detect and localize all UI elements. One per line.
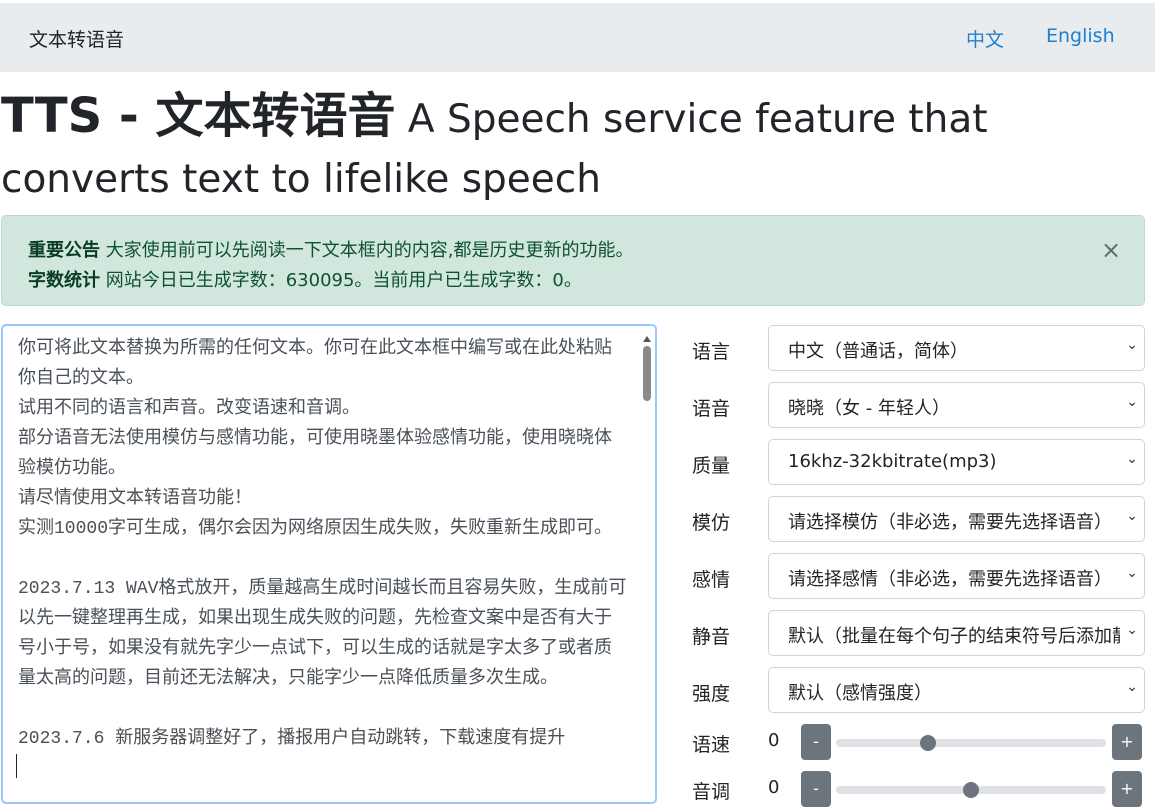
silence-select[interactable]: 默认（批量在每个句子的结束符号后添加静音） ⌄	[768, 610, 1145, 656]
voice-label: 语音	[692, 398, 731, 420]
page-title: TTS - 文本转语音 A Speech service feature tha…	[1, 86, 1153, 210]
announcement-alert: 重要公告 大家使用前可以先阅读一下文本框内的内容,都是历史更新的功能。 字数统计…	[1, 215, 1145, 306]
announcement-line: 重要公告 大家使用前可以先阅读一下文本框内的内容,都是历史更新的功能。	[28, 236, 633, 262]
scroll-up-icon[interactable]	[643, 336, 651, 342]
language-select-value: 中文（普通话，简体）	[788, 341, 968, 362]
lang-en-link[interactable]: English	[1046, 25, 1115, 47]
announcement-label: 重要公告	[28, 240, 100, 261]
emotion-label: 感情	[692, 569, 731, 591]
pitch-increase-button[interactable]: +	[1112, 771, 1142, 807]
language-select[interactable]: 中文（普通话，简体） ⌄	[768, 325, 1145, 371]
scrollbar-thumb[interactable]	[643, 346, 651, 401]
emotion-select-value: 请选择感情（非必选，需要先选择语音）	[788, 569, 1112, 590]
text-input-area[interactable]: 你可将此文本替换为所需的任何文本。你可在此文本框中编写或在此处粘贴你自己的文本。…	[1, 324, 657, 804]
chevron-down-icon: ⌄	[1126, 565, 1138, 581]
rate-increase-button[interactable]: +	[1112, 724, 1142, 760]
rate-slider[interactable]	[836, 735, 1106, 751]
word-count-text: 网站今日已生成字数：630095。当前用户已生成字数：0。	[100, 270, 582, 291]
rate-label: 语速	[692, 734, 731, 756]
language-label: 语言	[692, 341, 731, 363]
imitate-select[interactable]: 请选择模仿（非必选，需要先选择语音） ⌄	[768, 496, 1145, 542]
scrollbar[interactable]	[641, 336, 653, 800]
rate-slider-row: 语速 0 - +	[692, 724, 1147, 764]
lang-zh-link[interactable]: 中文	[966, 25, 1004, 52]
pitch-slider[interactable]	[836, 782, 1106, 798]
voice-select-value: 晓晓（女 - 年轻人）	[788, 398, 950, 419]
quality-select-value: 16khz-32kbitrate(mp3)	[788, 451, 997, 472]
close-icon[interactable]: ×	[1101, 236, 1121, 264]
announcement-text: 大家使用前可以先阅读一下文本框内的内容,都是历史更新的功能。	[100, 240, 634, 261]
navbar: 文本转语音 中文 English	[0, 3, 1155, 72]
page-title-main: TTS - 文本转语音	[1, 88, 396, 144]
emotion-select[interactable]: 请选择感情（非必选，需要先选择语音） ⌄	[768, 553, 1145, 599]
intensity-select[interactable]: 默认（感情强度） ⌄	[768, 667, 1145, 713]
pitch-label: 音调	[692, 781, 731, 803]
rate-slider-thumb[interactable]	[919, 735, 936, 751]
intensity-select-value: 默认（感情强度）	[788, 683, 932, 704]
imitate-select-value: 请选择模仿（非必选，需要先选择语音）	[788, 512, 1112, 533]
pitch-value: 0	[768, 777, 780, 798]
intensity-label: 强度	[692, 683, 731, 705]
quality-select[interactable]: 16khz-32kbitrate(mp3) ⌄	[768, 439, 1145, 485]
chevron-down-icon: ⌄	[1126, 451, 1138, 467]
quality-label: 质量	[692, 455, 731, 477]
chevron-down-icon: ⌄	[1126, 622, 1138, 638]
chevron-down-icon: ⌄	[1126, 679, 1138, 695]
chevron-down-icon: ⌄	[1126, 394, 1138, 410]
imitate-label: 模仿	[692, 512, 731, 534]
rate-value: 0	[768, 730, 780, 751]
chevron-down-icon: ⌄	[1126, 508, 1138, 524]
voice-select[interactable]: 晓晓（女 - 年轻人） ⌄	[768, 382, 1145, 428]
pitch-decrease-button[interactable]: -	[801, 771, 831, 807]
pitch-slider-row: 音调 0 - +	[692, 771, 1147, 811]
word-count-line: 字数统计 网站今日已生成字数：630095。当前用户已生成字数：0。	[28, 266, 582, 292]
text-content[interactable]: 你可将此文本替换为所需的任何文本。你可在此文本框中编写或在此处粘贴你自己的文本。…	[18, 334, 628, 754]
chevron-down-icon: ⌄	[1126, 337, 1138, 353]
rate-decrease-button[interactable]: -	[801, 724, 831, 760]
word-count-label: 字数统计	[28, 270, 100, 291]
text-cursor	[16, 754, 17, 778]
silence-label: 静音	[692, 626, 731, 648]
brand-link[interactable]: 文本转语音	[29, 25, 124, 52]
silence-select-value: 默认（批量在每个句子的结束符号后添加静音）	[788, 626, 1120, 647]
